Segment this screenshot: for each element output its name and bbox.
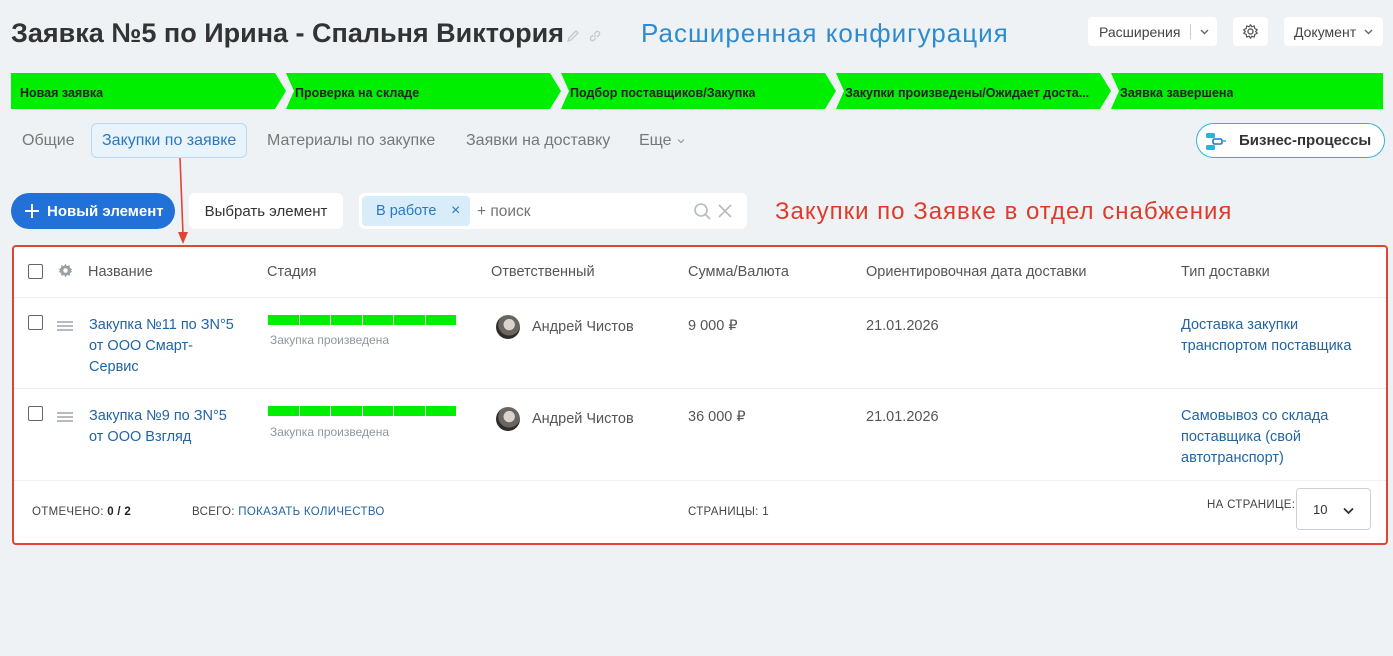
new-element-label: Новый элемент [47, 202, 164, 220]
amount: 9 000 ₽ [688, 318, 738, 334]
stage-label: Закупки произведены/Ожидает доста... [845, 86, 1090, 100]
search-bar[interactable]: В работе × [359, 193, 747, 229]
stage-progress-bar[interactable] [268, 315, 456, 325]
divider [1190, 24, 1192, 39]
col-stage[interactable]: Стадия [267, 264, 316, 280]
checked-value: 0 / 2 [107, 506, 132, 518]
remove-filter-icon[interactable]: × [451, 202, 460, 220]
drag-handle-icon[interactable] [57, 412, 73, 422]
business-process-icon [1206, 132, 1226, 150]
clear-search-icon[interactable] [718, 204, 732, 218]
document-label: Документ [1294, 23, 1357, 40]
chevron-down-icon [677, 138, 684, 143]
total-label: ВСЕГО: [192, 506, 235, 518]
show-count-link[interactable]: ПОКАЗАТЬ КОЛИЧЕСТВО [238, 506, 384, 518]
stage-progress-bar[interactable] [268, 406, 456, 416]
tab-more-label: Еще [639, 131, 672, 149]
select-element-button[interactable]: Выбрать элемент [189, 193, 343, 229]
chevron-down-icon [1200, 29, 1209, 35]
delivery-date: 21.01.2026 [866, 318, 939, 334]
search-icon[interactable] [693, 202, 712, 221]
avatar[interactable] [496, 407, 520, 431]
stage-label: Закупка произведена [270, 425, 390, 439]
search-input[interactable] [477, 203, 677, 221]
per-page-value: 10 [1313, 501, 1328, 517]
purchases-grid: Название Стадия Ответственный Сумма/Валю… [12, 245, 1388, 545]
extensions-button[interactable]: Расширения [1088, 17, 1217, 46]
row-name-link[interactable]: Закупка №9 по ЗN°5 от ООО Взгляд [89, 406, 239, 448]
page-title: Заявка №5 по Ирина - Спальня Виктория [11, 18, 564, 48]
col-delivery-type[interactable]: Тип доставки [1181, 264, 1270, 280]
stage-label: Подбор поставщиков/Закупка [570, 86, 756, 100]
tab-delivery-requests[interactable]: Заявки на доставку [466, 123, 610, 158]
stage-completed[interactable]: Заявка завершена [1111, 73, 1383, 109]
responsible-name[interactable]: Андрей Чистов [532, 319, 634, 335]
filter-chip[interactable]: В работе × [362, 196, 470, 226]
col-name[interactable]: Название [88, 264, 153, 280]
chevron-down-icon [1343, 507, 1354, 515]
stage-supplier-selection[interactable]: Подбор поставщиков/Закупка [561, 73, 836, 109]
business-processes-label: Бизнес-процессы [1239, 132, 1372, 149]
stage-warehouse-check[interactable]: Проверка на складе [286, 73, 561, 109]
stage-label: Закупка произведена [270, 333, 390, 347]
pages-label: СТРАНИЦЫ: [688, 506, 759, 518]
document-button[interactable]: Документ [1284, 17, 1383, 46]
annotation-arrow [178, 157, 188, 244]
delivery-date: 21.01.2026 [866, 409, 939, 425]
select-all-checkbox[interactable] [28, 264, 43, 279]
stage-pipeline: Новая заявка Проверка на складе Подбор п… [11, 73, 1383, 109]
gear-icon [1243, 24, 1258, 39]
link-icon[interactable] [588, 29, 602, 43]
column-settings-gear-icon[interactable] [58, 263, 73, 278]
pages-value[interactable]: 1 [762, 506, 769, 518]
amount: 36 000 ₽ [688, 409, 746, 425]
plus-icon [25, 204, 39, 218]
total-count: ВСЕГО: ПОКАЗАТЬ КОЛИЧЕСТВО [192, 506, 385, 518]
delivery-type-link[interactable]: Доставка закупки транспортом поставщика [1181, 315, 1371, 357]
business-processes-button[interactable]: Бизнес-процессы [1196, 123, 1385, 158]
tab-materials[interactable]: Материалы по закупке [267, 123, 435, 158]
per-page-select[interactable]: 10 [1296, 488, 1371, 530]
drag-handle-icon[interactable] [57, 321, 73, 331]
purchases-annotation: Закупки по Заявке в отдел снабжения [775, 198, 1233, 225]
table-row: Закупка №11 по ЗN°5 от ООО Смарт-Сервис … [14, 298, 1386, 389]
stage-label: Новая заявка [20, 86, 104, 100]
responsible-name[interactable]: Андрей Чистов [532, 411, 634, 427]
col-responsible[interactable]: Ответственный [491, 264, 595, 280]
grid-header: Название Стадия Ответственный Сумма/Валю… [14, 247, 1386, 298]
settings-button[interactable] [1233, 17, 1268, 46]
pages-info: СТРАНИЦЫ: 1 [688, 506, 769, 518]
per-page-label: НА СТРАНИЦЕ: [1207, 499, 1296, 511]
pencil-icon[interactable] [566, 29, 580, 43]
row-checkbox[interactable] [28, 315, 43, 330]
extensions-label: Расширения [1099, 23, 1181, 40]
checked-label: ОТМЕЧЕНО: [32, 506, 104, 518]
avatar[interactable] [496, 315, 520, 339]
stage-label: Заявка завершена [1120, 86, 1234, 100]
chevron-down-icon [1364, 29, 1373, 35]
tab-purchases[interactable]: Закупки по заявке [91, 123, 248, 158]
filter-chip-label: В работе [376, 203, 437, 219]
stage-label: Проверка на складе [295, 86, 420, 100]
col-delivery-date[interactable]: Ориентировочная дата доставки [866, 264, 1086, 280]
tab-general[interactable]: Общие [22, 123, 75, 158]
new-element-button[interactable]: Новый элемент [11, 193, 175, 229]
delivery-type-link[interactable]: Самовывоз со склада поставщика (свой авт… [1181, 406, 1371, 469]
checked-count: ОТМЕЧЕНО: 0 / 2 [32, 506, 131, 518]
stage-new[interactable]: Новая заявка [11, 73, 286, 109]
config-annotation: Расширенная конфигурация [641, 18, 1009, 48]
table-row: Закупка №9 по ЗN°5 от ООО Взгляд Закупка… [14, 389, 1386, 481]
row-name-link[interactable]: Закупка №11 по ЗN°5 от ООО Смарт-Сервис [89, 315, 239, 378]
grid-footer: ОТМЕЧЕНО: 0 / 2 ВСЕГО: ПОКАЗАТЬ КОЛИЧЕСТ… [14, 479, 1386, 543]
col-amount[interactable]: Сумма/Валюта [688, 264, 789, 280]
row-checkbox[interactable] [28, 406, 43, 421]
stage-purchases-done[interactable]: Закупки произведены/Ожидает доста... [836, 73, 1111, 109]
tab-more[interactable]: Еще [639, 123, 686, 158]
